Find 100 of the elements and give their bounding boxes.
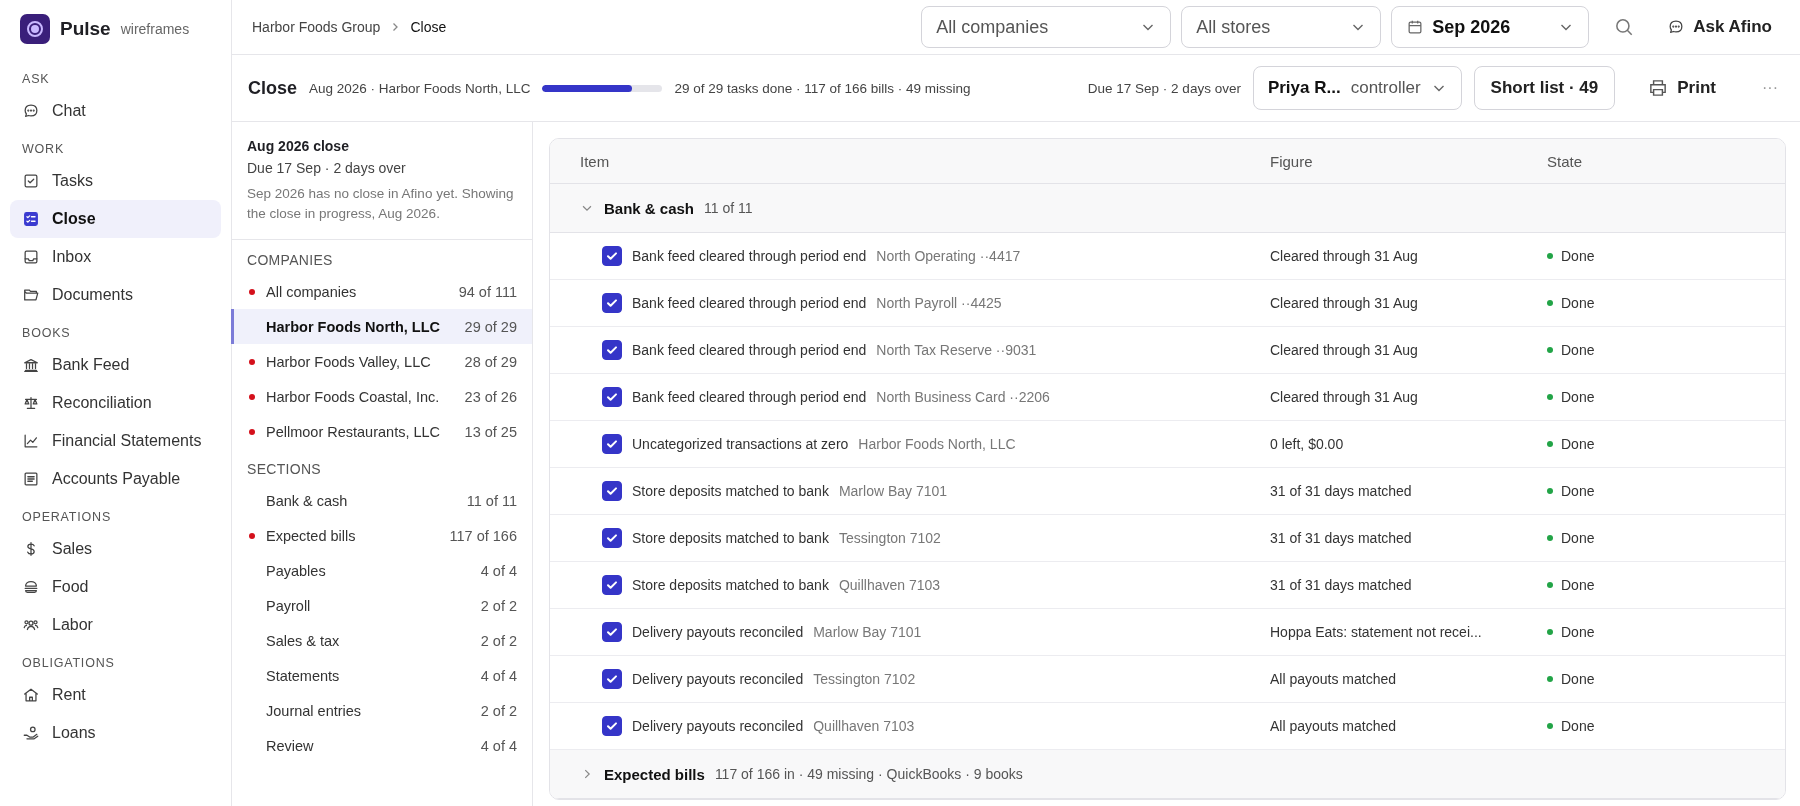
item-label: Harbor Foods North, LLC [266,318,441,335]
section-item[interactable]: Payroll 2 of 2 [231,588,532,624]
figure-cell-text: 31 of 31 days matched [1270,530,1413,546]
nav-heading: OBLIGATIONS [21,655,116,672]
item-count: 23 of 26 [464,388,517,405]
short-list-button[interactable]: Short list · 49 [1473,66,1616,110]
item-count: 4 of 4 [480,667,517,684]
nav-item[interactable]: Chat [10,92,221,130]
task-checkbox[interactable] [602,528,622,548]
nav-heading: OPERATIONS [21,509,113,526]
balance-scale-icon [22,394,40,412]
app-tag: wireframes [120,21,190,37]
task-checkbox[interactable] [602,293,622,313]
section-item[interactable]: Payables 4 of 4 [231,553,532,589]
section-item[interactable]: Review 4 of 4 [231,728,532,764]
task-name: Store deposits matched to bank [632,577,829,593]
close-due: Due 17 Sep · 2 days over [247,160,407,176]
company-dropdown[interactable]: All companies [921,6,1172,48]
ask-button[interactable]: Ask Afino [1659,13,1780,41]
status-text: Done [1561,671,1595,687]
item-label: Bank & cash [266,492,349,509]
app-logo [20,14,50,44]
item-count: 2 of 2 [480,702,517,719]
app-name: Pulse [60,18,111,40]
item-label: Harbor Foods Coastal, Inc. [266,388,441,405]
alert-dot [249,288,255,295]
item-label: Review [266,737,315,754]
status-text: Done [1561,624,1595,640]
figure-cell-text: Cleared through 31 Aug [1270,342,1419,358]
company-item[interactable]: Harbor Foods Valley, LLC 28 of 29 [231,344,532,380]
item-label: Payroll [266,597,312,614]
item-label: Journal entries [266,702,363,719]
period-dropdown[interactable]: Sep 2026 [1391,6,1590,48]
task-detail: North Payroll ··4425 [876,295,1002,311]
task-detail: Tessington 7102 [813,671,916,687]
column-header: State [1547,152,1584,170]
task-checkbox[interactable] [602,387,622,407]
status-text: Done [1561,248,1595,264]
nav-item[interactable]: Food [10,568,221,606]
nav-item[interactable]: Accounts Payable [10,460,221,498]
nav-item[interactable]: Documents [10,276,221,314]
list-heading: SECTIONS [246,460,322,480]
task-detail: Marlow Bay 7101 [813,624,922,640]
task-checkbox[interactable] [602,669,622,689]
company-item[interactable]: Harbor Foods Coastal, Inc. 23 of 26 [231,379,532,415]
section-item[interactable]: Journal entries 2 of 2 [231,693,532,729]
checkbox-icon [22,172,40,190]
alert-dot [249,393,255,400]
figure-cell-text: Cleared through 31 Aug [1270,248,1419,264]
nav-item[interactable]: Loans [10,714,221,752]
nav-item[interactable]: Tasks [10,162,221,200]
task-checkbox[interactable] [602,434,622,454]
nav-item[interactable]: Financial Statements [10,422,221,460]
task-checkbox[interactable] [602,340,622,360]
status-text: Done [1561,530,1595,546]
close-context: Aug 2026 · Harbor Foods North, LLC [309,80,531,96]
task-checkbox[interactable] [602,481,622,501]
nav-item[interactable]: Bank Feed [10,346,221,384]
section-item[interactable]: Expected bills 117 of 166 [231,518,532,554]
checklist-icon [22,210,40,228]
task-detail: North Tax Reserve ··9031 [876,342,1037,358]
chat-bubble-icon [22,102,40,120]
task-name: Store deposits matched to bank [632,483,829,499]
nav-item[interactable]: Labor [10,606,221,644]
task-checkbox[interactable] [602,716,622,736]
list-heading: COMPANIES [246,251,334,271]
nav-item[interactable]: Sales [10,530,221,568]
nav-item[interactable]: Rent [10,676,221,714]
section-item[interactable]: Statements 4 of 4 [231,658,532,694]
section-item[interactable]: Sales & tax 2 of 2 [231,623,532,659]
breadcrumb-link[interactable]: Harbor Foods Group [252,19,381,35]
company-item[interactable]: Harbor Foods North, LLC 29 of 29 [231,309,532,345]
column-header: Figure [1270,152,1314,170]
task-detail: Harbor Foods North, LLC [858,436,1016,452]
status-text: Done [1561,295,1595,311]
company-item[interactable]: Pellmoor Restaurants, LLC 13 of 25 [231,414,532,450]
breadcrumb-link[interactable]: Close [410,19,447,35]
item-count: 94 of 111 [458,283,517,300]
progress-summary: 29 of 29 tasks done · 117 of 166 bills · 49 missing [674,80,971,96]
alert-dot [249,358,255,365]
nav-item[interactable]: Close [10,200,221,238]
task-checkbox[interactable] [602,246,622,266]
item-label: Expected bills [266,527,357,544]
task-name: Delivery payouts reconciled [632,718,804,734]
due-date: Due 17 Sep · 2 days over [1087,80,1241,96]
nav-item[interactable]: Inbox [10,238,221,276]
group-meta: 11 of 11 [704,200,753,216]
nav-item[interactable]: Reconciliation [10,384,221,422]
task-checkbox[interactable] [602,622,622,642]
section-item[interactable]: Bank & cash 11 of 11 [231,483,532,519]
store-dropdown[interactable]: All stores [1181,6,1382,48]
status-text: Done [1561,342,1595,358]
bank-building-icon [22,356,40,374]
print-button[interactable]: Print [1639,73,1724,103]
company-item[interactable]: All companies 94 of 111 [231,274,532,310]
item-count: 4 of 4 [480,737,517,754]
task-checkbox[interactable] [602,575,622,595]
folder-icon [22,286,40,304]
close-note: Sep 2026 has no close in Afino yet. Showing the close in progress, Aug 2026. [247,185,515,223]
owner-dropdown[interactable]: Priya R... controller [1252,66,1462,110]
